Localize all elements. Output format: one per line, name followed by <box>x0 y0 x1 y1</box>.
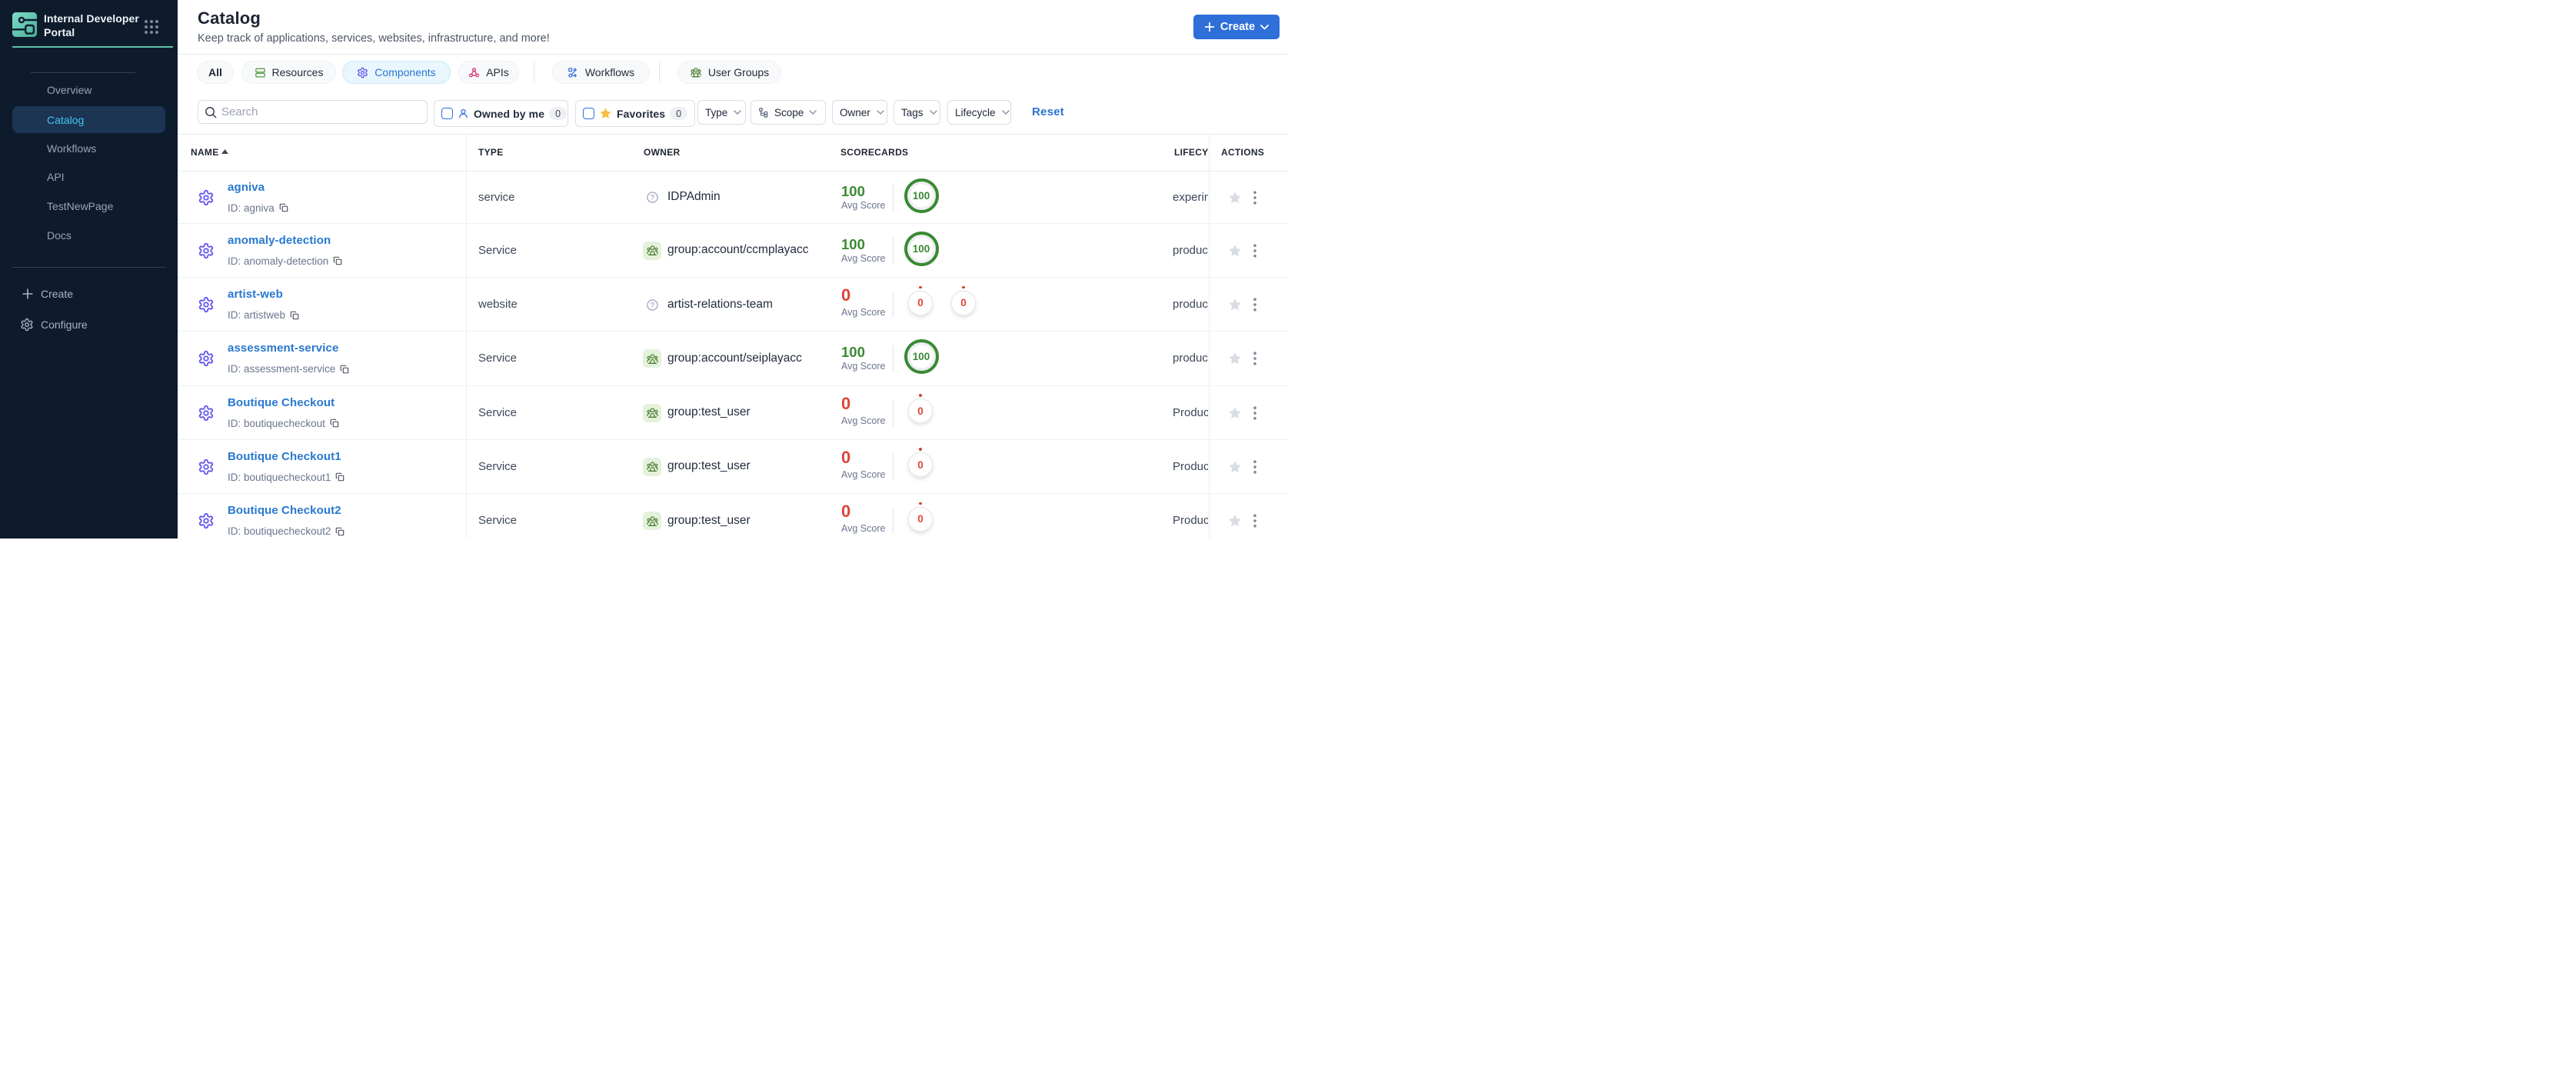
svg-text:?: ? <box>651 194 655 202</box>
svg-text:?: ? <box>651 301 655 308</box>
